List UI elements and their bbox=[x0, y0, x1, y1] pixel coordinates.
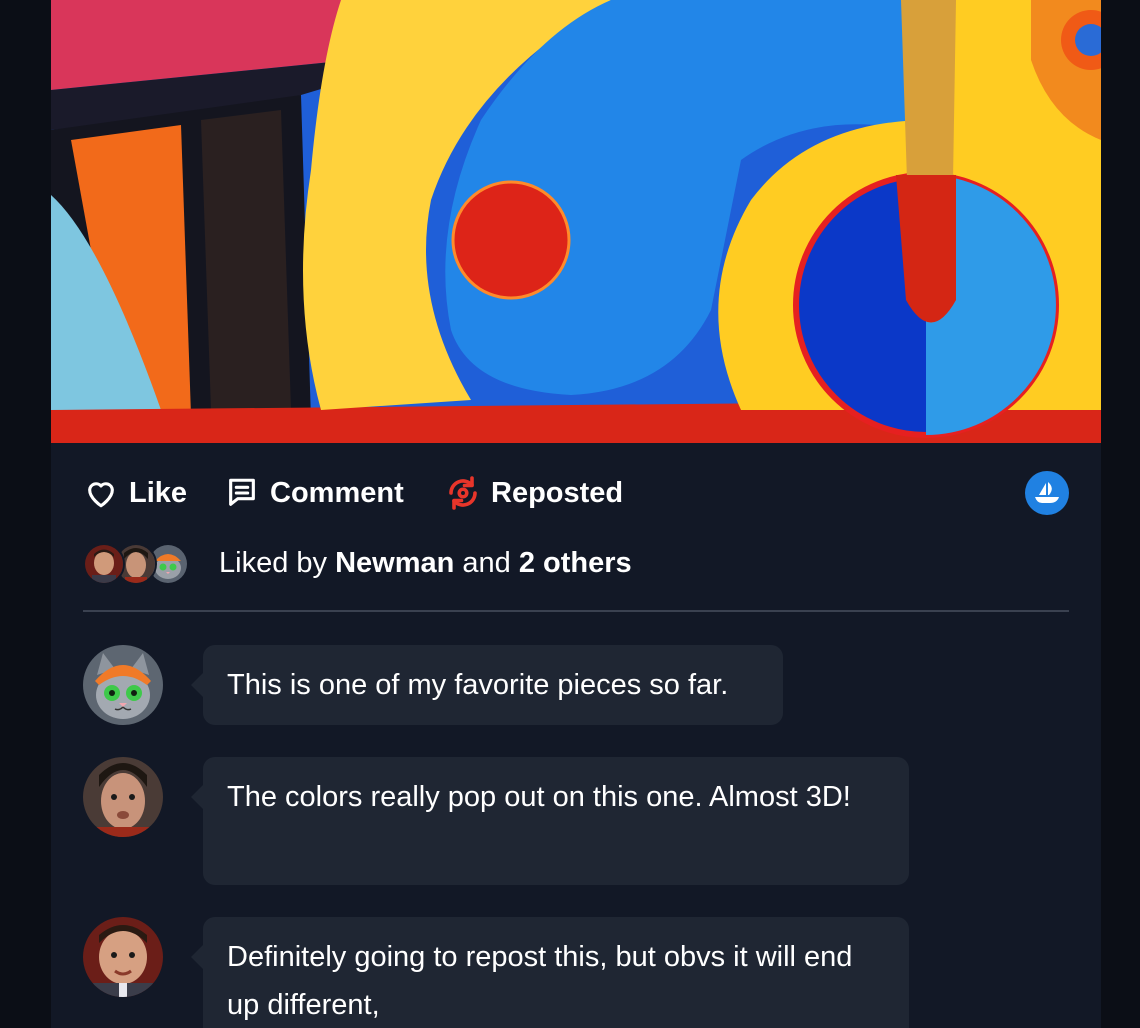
newman-avatar[interactable] bbox=[83, 917, 163, 997]
comment-text: This is one of my favorite pieces so far… bbox=[227, 669, 729, 701]
comment-text: The colors really pop out on this one. A… bbox=[227, 781, 851, 813]
divider bbox=[83, 610, 1069, 612]
comment-bubble: The colors really pop out on this one. A… bbox=[191, 757, 909, 885]
liker-avatars bbox=[83, 541, 193, 585]
opensea-button[interactable] bbox=[1025, 471, 1069, 515]
newman-avatar[interactable] bbox=[83, 543, 125, 585]
comment-bubble: This is one of my favorite pieces so far… bbox=[191, 645, 783, 725]
heart-icon bbox=[88, 482, 114, 508]
repost-label: Reposted bbox=[491, 476, 624, 509]
liked-by-others[interactable]: 2 others bbox=[519, 547, 632, 579]
liked-by-name[interactable]: Newman bbox=[335, 547, 454, 579]
opensea-icon bbox=[1035, 482, 1059, 503]
post-artwork-image[interactable] bbox=[51, 0, 1101, 443]
liked-by-text: Liked by Newman and 2 others bbox=[219, 547, 632, 580]
post-card: Like Comment Reposted Liked by Newman an… bbox=[51, 0, 1101, 1028]
like-button[interactable]: Like bbox=[83, 470, 187, 516]
like-label: Like bbox=[129, 476, 188, 509]
comment-bubble: Definitely going to repost this, but obv… bbox=[191, 917, 909, 1028]
cat-avatar[interactable] bbox=[83, 645, 163, 725]
kramer-avatar[interactable] bbox=[83, 757, 163, 837]
liked-by-joiner: and bbox=[462, 546, 511, 579]
comment-text: Definitely going to repost this, but obv… bbox=[227, 941, 853, 1021]
comment-icon bbox=[229, 478, 255, 506]
repost-icon bbox=[449, 476, 477, 510]
post-actions: Like Comment Reposted bbox=[83, 470, 1069, 516]
liked-by-prefix: Liked by bbox=[219, 546, 328, 579]
liked-by-row: Liked by Newman and 2 others bbox=[83, 541, 632, 585]
comment-label: Comment bbox=[270, 476, 404, 509]
comment-button[interactable]: Comment bbox=[224, 470, 404, 516]
repost-button[interactable]: Reposted bbox=[445, 470, 623, 516]
